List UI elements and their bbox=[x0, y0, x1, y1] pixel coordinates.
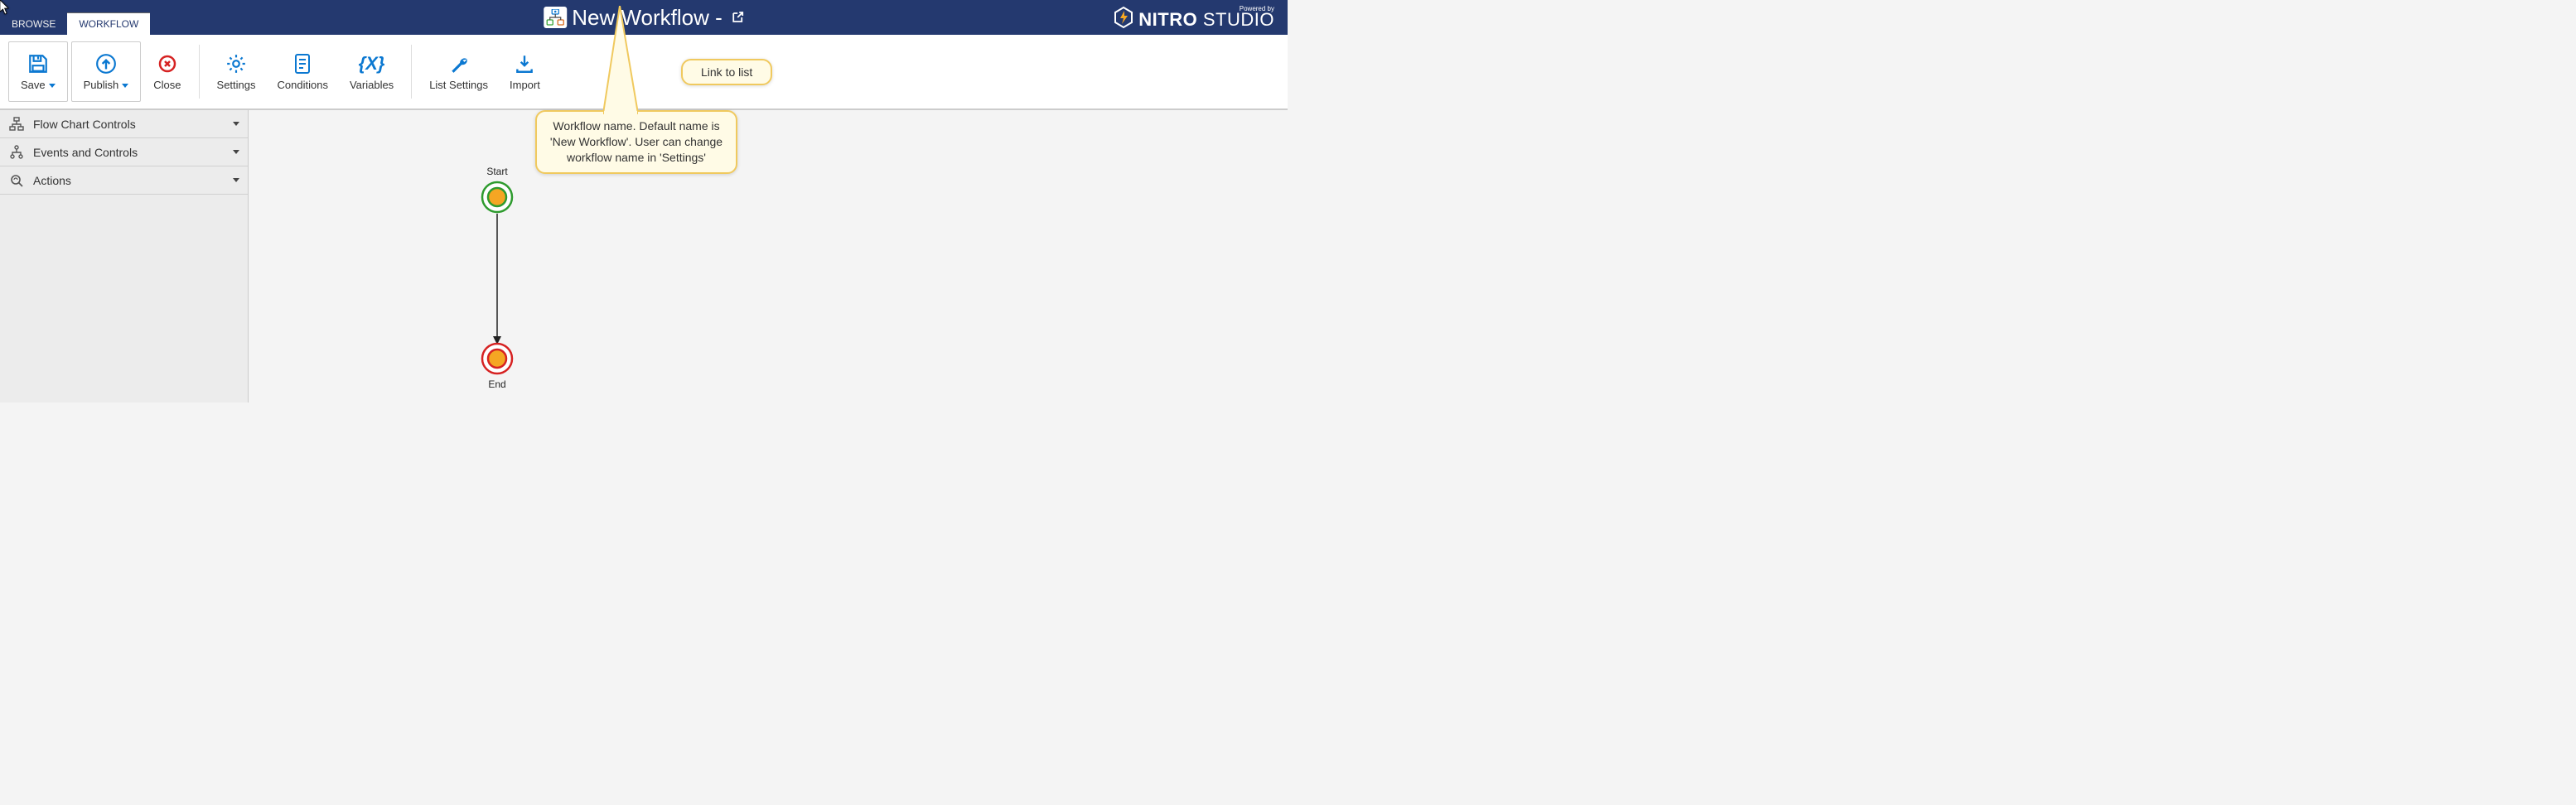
save-dropdown-icon bbox=[49, 84, 56, 88]
brand-sub-text bbox=[1197, 9, 1203, 30]
variables-icon: {X} bbox=[360, 52, 384, 75]
sidebar-item-flowchart[interactable]: Flow Chart Controls bbox=[0, 110, 248, 138]
chevron-down-icon bbox=[233, 150, 239, 154]
list-settings-icon bbox=[447, 52, 471, 75]
header-tabs: BROWSE WORKFLOW bbox=[0, 0, 150, 35]
publish-label: Publish bbox=[84, 79, 119, 91]
variables-label: Variables bbox=[350, 79, 394, 91]
start-node[interactable]: Start bbox=[481, 181, 514, 214]
callout-workflow-name: Workflow name. Default name is 'New Work… bbox=[535, 110, 737, 174]
sidebar-item-events[interactable]: Events and Controls bbox=[0, 138, 248, 166]
workflow-title: New Workflow - bbox=[572, 5, 723, 31]
import-button[interactable]: Import bbox=[500, 41, 549, 102]
chevron-down-icon bbox=[233, 178, 239, 182]
flowchart-icon bbox=[8, 116, 25, 133]
end-label: End bbox=[488, 378, 505, 390]
sidebar-item-actions[interactable]: Actions bbox=[0, 166, 248, 195]
sidebar-label: Actions bbox=[33, 174, 71, 187]
save-button[interactable]: Save bbox=[8, 41, 68, 102]
cursor-pointer bbox=[0, 0, 10, 15]
brand-main-text: NITRO bbox=[1138, 9, 1197, 30]
title-area: New Workflow - bbox=[544, 0, 744, 35]
settings-label: Settings bbox=[217, 79, 256, 91]
main-area: Flow Chart Controls Events and Controls … bbox=[0, 109, 1288, 402]
tab-browse[interactable]: BROWSE bbox=[0, 12, 67, 35]
brand-area: Powered by NITRO STUDIO bbox=[1112, 0, 1288, 35]
publish-button[interactable]: Publish bbox=[71, 41, 142, 102]
separator bbox=[199, 45, 200, 99]
workflow-canvas[interactable]: Start End Workflow name. Default name is… bbox=[249, 110, 1288, 402]
separator bbox=[411, 45, 412, 99]
external-link-icon[interactable] bbox=[731, 11, 744, 24]
sidebar-label: Flow Chart Controls bbox=[33, 118, 136, 131]
publish-icon bbox=[94, 52, 118, 75]
connector-line bbox=[491, 214, 503, 346]
callout-link-to-list: Link to list bbox=[681, 59, 772, 85]
save-label: Save bbox=[21, 79, 46, 91]
publish-dropdown-icon bbox=[122, 84, 128, 88]
header-bar: BROWSE WORKFLOW New Workflow - Powered b… bbox=[0, 0, 1288, 35]
tab-workflow[interactable]: WORKFLOW bbox=[67, 12, 150, 35]
close-icon bbox=[156, 52, 179, 75]
sidebar: Flow Chart Controls Events and Controls … bbox=[0, 110, 249, 402]
close-button[interactable]: Close bbox=[144, 41, 190, 102]
save-icon bbox=[27, 52, 50, 75]
settings-button[interactable]: Settings bbox=[208, 41, 265, 102]
callout-tail bbox=[603, 6, 638, 115]
close-label: Close bbox=[153, 79, 181, 91]
list-settings-label: List Settings bbox=[429, 79, 488, 91]
variables-button[interactable]: {X} Variables bbox=[341, 41, 403, 102]
conditions-icon bbox=[291, 52, 314, 75]
conditions-label: Conditions bbox=[278, 79, 328, 91]
end-node[interactable]: End bbox=[481, 342, 514, 375]
conditions-button[interactable]: Conditions bbox=[268, 41, 337, 102]
events-icon bbox=[8, 144, 25, 161]
workflow-icon bbox=[544, 7, 567, 28]
settings-icon bbox=[225, 52, 248, 75]
ribbon-toolbar: Save Publish Close Settings Conditions {… bbox=[0, 35, 1288, 109]
start-label: Start bbox=[486, 166, 507, 177]
actions-icon bbox=[8, 172, 25, 189]
import-label: Import bbox=[510, 79, 540, 91]
sidebar-label: Events and Controls bbox=[33, 146, 138, 159]
import-icon bbox=[513, 52, 536, 75]
brand-logo-icon bbox=[1112, 6, 1135, 29]
chevron-down-icon bbox=[233, 122, 239, 126]
list-settings-button[interactable]: List Settings bbox=[420, 41, 497, 102]
